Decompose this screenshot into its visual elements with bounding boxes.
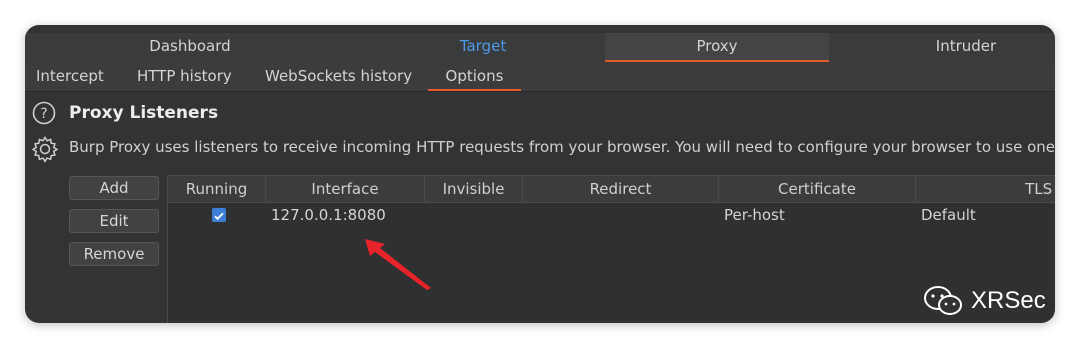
subtab-http-history[interactable]: HTTP history — [137, 62, 232, 91]
col-invisible[interactable]: Invisible — [425, 176, 523, 202]
cell-interface: 127.0.0.1:8080 — [271, 206, 386, 224]
gear-icon[interactable] — [31, 135, 59, 163]
cell-certificate: Per-host — [724, 206, 785, 224]
burp-window: Dashboard Target Proxy Intruder Intercep… — [25, 25, 1055, 323]
subtab-options[interactable]: Options — [428, 62, 521, 91]
col-tls[interactable]: TLS P — [916, 176, 1055, 202]
watermark: XRSec — [923, 283, 1046, 319]
col-interface[interactable]: Interface — [266, 176, 425, 202]
section-description: Burp Proxy uses listeners to receive inc… — [69, 138, 1055, 156]
col-certificate[interactable]: Certificate — [719, 176, 916, 202]
subtab-intercept[interactable]: Intercept — [36, 62, 104, 91]
tab-dashboard[interactable]: Dashboard — [105, 33, 275, 62]
check-icon — [214, 212, 224, 221]
remove-button[interactable]: Remove — [69, 242, 159, 266]
listeners-table: Running Interface Invisible Redirect Cer… — [167, 175, 1055, 323]
red-arrow-annotation — [365, 239, 431, 290]
col-redirect[interactable]: Redirect — [523, 176, 719, 202]
table-row[interactable]: 127.0.0.1:8080 Per-host Default — [168, 203, 1055, 227]
sub-tab-bar: Intercept HTTP history WebSockets histor… — [25, 62, 1055, 92]
help-icon[interactable]: ? — [32, 101, 56, 125]
watermark-text: XRSec — [971, 287, 1046, 314]
add-button[interactable]: Add — [69, 176, 159, 200]
running-checkbox[interactable] — [212, 208, 226, 222]
tab-intruder[interactable]: Intruder — [881, 33, 1051, 62]
cell-tls: Default — [921, 206, 976, 224]
main-tab-bar: Dashboard Target Proxy Intruder — [25, 33, 1055, 63]
subtab-websockets-history[interactable]: WebSockets history — [265, 62, 412, 91]
edit-button[interactable]: Edit — [69, 209, 159, 233]
tab-proxy[interactable]: Proxy — [605, 33, 829, 62]
col-running[interactable]: Running — [168, 176, 266, 202]
section-title: Proxy Listeners — [69, 103, 219, 123]
wechat-icon — [924, 286, 962, 315]
table-header: Running Interface Invisible Redirect Cer… — [168, 176, 1055, 203]
svg-text:?: ? — [40, 106, 47, 122]
tab-target[interactable]: Target — [398, 33, 568, 62]
